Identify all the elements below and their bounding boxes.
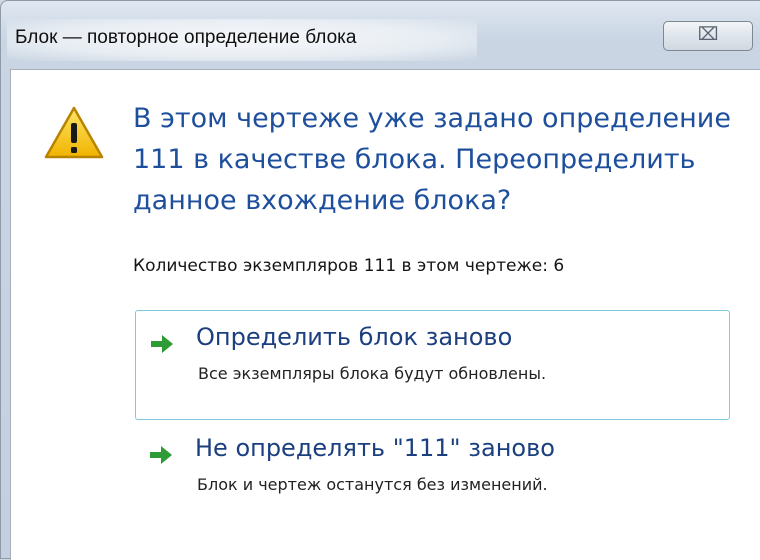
main-instruction-line: В этом чертеже уже задано определение [133,103,731,134]
green-arrow-icon [151,335,173,353]
do-not-redefine-command[interactable]: Не определять "111" заново Блок и чертеж… [135,422,730,532]
redefine-block-command[interactable]: Определить блок заново Все экземпляры бл… [135,310,730,420]
warning-icon [44,106,104,159]
command-note: Все экземпляры блока будут обновлены. [198,364,547,383]
main-instruction-line: 111 в качестве блока. Переопределить [133,144,696,175]
instance-count-text: Количество экземпляров 111 в этом чертеж… [133,256,565,276]
main-instruction: В этом чертеже уже задано определение 11… [133,98,743,221]
command-note: Блок и чертеж останутся без изменений. [197,475,548,494]
green-arrow-icon [150,446,172,464]
dialog-content: В этом чертеже уже задано определение 11… [10,69,760,560]
close-button[interactable]: ⌧ [663,21,753,51]
window-title: Блок — повторное определение блока [15,27,357,48]
dialog-window: Блок — повторное определение блока ⌧ В э… [0,0,760,560]
command-title: Определить блок заново [196,323,513,351]
main-instruction-line: данное вхождение блока? [133,185,512,216]
command-title: Не определять "111" заново [195,434,555,462]
